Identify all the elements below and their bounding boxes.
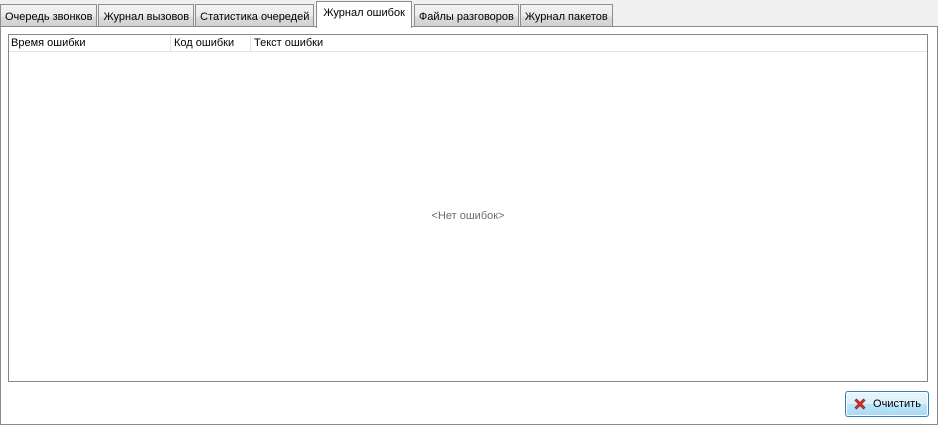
error-list[interactable]: Время ошибки Код ошибки Текст ошибки <Не… — [8, 34, 928, 382]
tab-page-error-log: Время ошибки Код ошибки Текст ошибки <Не… — [0, 26, 938, 425]
column-header-error-text[interactable]: Текст ошибки — [251, 35, 331, 52]
column-header-error-time[interactable]: Время ошибки — [9, 35, 171, 52]
list-header: Время ошибки Код ошибки Текст ошибки — [9, 35, 927, 52]
clear-button-label: Очистить — [873, 398, 921, 410]
column-header-error-code[interactable]: Код ошибки — [171, 35, 251, 52]
clear-button[interactable]: Очистить — [845, 391, 929, 417]
tab-queue-statistics[interactable]: Статистика очередей — [195, 4, 315, 28]
app-window: Очередь звонков Журнал вызовов Статистик… — [0, 0, 938, 425]
red-x-icon — [854, 398, 866, 410]
tab-call-queue[interactable]: Очередь звонков — [0, 4, 98, 28]
tab-call-log[interactable]: Журнал вызовов — [98, 4, 195, 28]
tab-strip: Очередь звонков Журнал вызовов Статистик… — [0, 1, 614, 28]
tab-packet-log[interactable]: Журнал пакетов — [519, 4, 613, 28]
tab-error-log[interactable]: Журнал ошибок — [316, 1, 412, 28]
tab-recordings[interactable]: Файлы разговоров — [413, 4, 519, 28]
empty-list-message: <Нет ошибок> — [431, 210, 505, 222]
